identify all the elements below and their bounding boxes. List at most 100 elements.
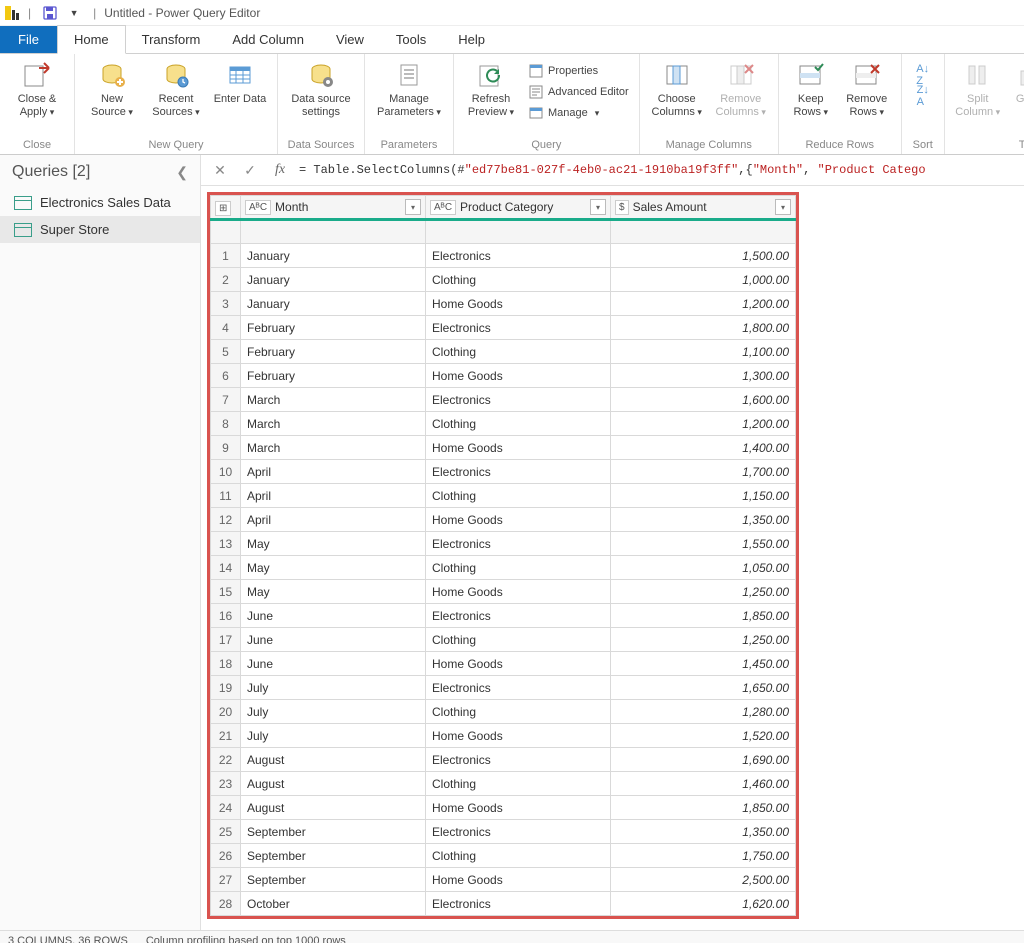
- text-type-icon[interactable]: AᴮC: [430, 200, 456, 215]
- cell-category[interactable]: Clothing: [426, 772, 611, 796]
- tab-home[interactable]: Home: [57, 25, 126, 54]
- cell-category[interactable]: Clothing: [426, 484, 611, 508]
- cell-month[interactable]: January: [241, 244, 426, 268]
- cell-month[interactable]: February: [241, 364, 426, 388]
- cell-month[interactable]: January: [241, 292, 426, 316]
- tab-transform[interactable]: Transform: [126, 26, 217, 53]
- row-number[interactable]: 1: [211, 244, 241, 268]
- table-row[interactable]: 15MayHome Goods1,250.00: [211, 580, 796, 604]
- cell-month[interactable]: April: [241, 460, 426, 484]
- cell-amount[interactable]: 1,350.00: [611, 508, 796, 532]
- cell-amount[interactable]: 1,050.00: [611, 556, 796, 580]
- cell-month[interactable]: March: [241, 412, 426, 436]
- cell-amount[interactable]: 1,650.00: [611, 676, 796, 700]
- cell-category[interactable]: Home Goods: [426, 724, 611, 748]
- table-row[interactable]: 6FebruaryHome Goods1,300.00: [211, 364, 796, 388]
- cell-amount[interactable]: 1,800.00: [611, 316, 796, 340]
- cell-category[interactable]: Home Goods: [426, 364, 611, 388]
- table-row[interactable]: 28OctoberElectronics1,620.00: [211, 892, 796, 916]
- table-row[interactable]: 17JuneClothing1,250.00: [211, 628, 796, 652]
- row-number[interactable]: 8: [211, 412, 241, 436]
- cell-amount[interactable]: 1,250.00: [611, 628, 796, 652]
- refresh-preview-button[interactable]: Refresh Preview: [460, 57, 522, 120]
- close-apply-button[interactable]: Close & Apply: [6, 57, 68, 120]
- table-row[interactable]: 27SeptemberHome Goods2,500.00: [211, 868, 796, 892]
- cell-category[interactable]: Clothing: [426, 700, 611, 724]
- tab-add-column[interactable]: Add Column: [216, 26, 320, 53]
- split-column-button[interactable]: Split Column: [951, 57, 1005, 120]
- filter-icon[interactable]: ▾: [590, 199, 606, 215]
- row-number[interactable]: 27: [211, 868, 241, 892]
- row-number[interactable]: 10: [211, 460, 241, 484]
- table-row[interactable]: 13MayElectronics1,550.00: [211, 532, 796, 556]
- cell-amount[interactable]: 1,350.00: [611, 820, 796, 844]
- cell-category[interactable]: Electronics: [426, 316, 611, 340]
- table-row[interactable]: 24AugustHome Goods1,850.00: [211, 796, 796, 820]
- cell-month[interactable]: June: [241, 628, 426, 652]
- table-row[interactable]: 14MayClothing1,050.00: [211, 556, 796, 580]
- cell-month[interactable]: February: [241, 340, 426, 364]
- cell-category[interactable]: Electronics: [426, 748, 611, 772]
- row-number[interactable]: 22: [211, 748, 241, 772]
- row-number[interactable]: 14: [211, 556, 241, 580]
- cell-amount[interactable]: 1,550.00: [611, 532, 796, 556]
- cell-amount[interactable]: 1,150.00: [611, 484, 796, 508]
- cell-amount[interactable]: 1,400.00: [611, 436, 796, 460]
- remove-rows-button[interactable]: Remove Rows: [839, 57, 895, 120]
- table-row[interactable]: 25SeptemberElectronics1,350.00: [211, 820, 796, 844]
- table-row[interactable]: 9MarchHome Goods1,400.00: [211, 436, 796, 460]
- keep-rows-button[interactable]: Keep Rows: [785, 57, 837, 120]
- row-number[interactable]: 5: [211, 340, 241, 364]
- currency-type-icon[interactable]: $: [615, 200, 629, 215]
- cell-month[interactable]: July: [241, 700, 426, 724]
- row-number[interactable]: 19: [211, 676, 241, 700]
- cell-category[interactable]: Electronics: [426, 676, 611, 700]
- cell-amount[interactable]: 1,200.00: [611, 292, 796, 316]
- qat-dropdown[interactable]: ▼: [63, 2, 85, 24]
- filter-icon[interactable]: ▾: [775, 199, 791, 215]
- cell-month[interactable]: May: [241, 556, 426, 580]
- cell-category[interactable]: Electronics: [426, 532, 611, 556]
- cell-amount[interactable]: 1,620.00: [611, 892, 796, 916]
- row-number[interactable]: 7: [211, 388, 241, 412]
- query-item-super-store[interactable]: Super Store: [0, 216, 200, 243]
- cell-category[interactable]: Clothing: [426, 844, 611, 868]
- cell-category[interactable]: Home Goods: [426, 508, 611, 532]
- manage-parameters-button[interactable]: Manage Parameters: [371, 57, 447, 120]
- cell-amount[interactable]: 1,750.00: [611, 844, 796, 868]
- cell-month[interactable]: September: [241, 820, 426, 844]
- recent-sources-button[interactable]: Recent Sources: [145, 57, 207, 120]
- cell-amount[interactable]: 1,690.00: [611, 748, 796, 772]
- cell-amount[interactable]: 1,850.00: [611, 604, 796, 628]
- cell-amount[interactable]: 1,460.00: [611, 772, 796, 796]
- cell-category[interactable]: Electronics: [426, 604, 611, 628]
- row-number[interactable]: 15: [211, 580, 241, 604]
- cell-month[interactable]: April: [241, 484, 426, 508]
- table-row[interactable]: 2JanuaryClothing1,000.00: [211, 268, 796, 292]
- row-number[interactable]: 9: [211, 436, 241, 460]
- choose-columns-button[interactable]: Choose Columns: [646, 57, 708, 120]
- cell-amount[interactable]: 1,500.00: [611, 244, 796, 268]
- row-number[interactable]: 21: [211, 724, 241, 748]
- cell-month[interactable]: May: [241, 532, 426, 556]
- cell-category[interactable]: Home Goods: [426, 580, 611, 604]
- enter-data-button[interactable]: Enter Data: [209, 57, 271, 108]
- table-row[interactable]: 19JulyElectronics1,650.00: [211, 676, 796, 700]
- sort-asc-button[interactable]: A↓Z: [911, 65, 935, 85]
- row-number[interactable]: 28: [211, 892, 241, 916]
- cell-month[interactable]: April: [241, 508, 426, 532]
- table-row[interactable]: 1JanuaryElectronics1,500.00: [211, 244, 796, 268]
- table-row[interactable]: 21JulyHome Goods1,520.00: [211, 724, 796, 748]
- filter-icon[interactable]: ▾: [405, 199, 421, 215]
- cell-month[interactable]: January: [241, 268, 426, 292]
- table-row[interactable]: 18JuneHome Goods1,450.00: [211, 652, 796, 676]
- cell-month[interactable]: February: [241, 316, 426, 340]
- row-number[interactable]: 11: [211, 484, 241, 508]
- cell-category[interactable]: Clothing: [426, 340, 611, 364]
- table-row[interactable]: 22AugustElectronics1,690.00: [211, 748, 796, 772]
- formula-input[interactable]: = Table.SelectColumns(#"ed77be81-027f-4e…: [299, 163, 926, 177]
- tab-file[interactable]: File: [0, 26, 57, 53]
- advanced-editor-button[interactable]: Advanced Editor: [524, 82, 633, 102]
- table-row[interactable]: 3JanuaryHome Goods1,200.00: [211, 292, 796, 316]
- cell-category[interactable]: Clothing: [426, 412, 611, 436]
